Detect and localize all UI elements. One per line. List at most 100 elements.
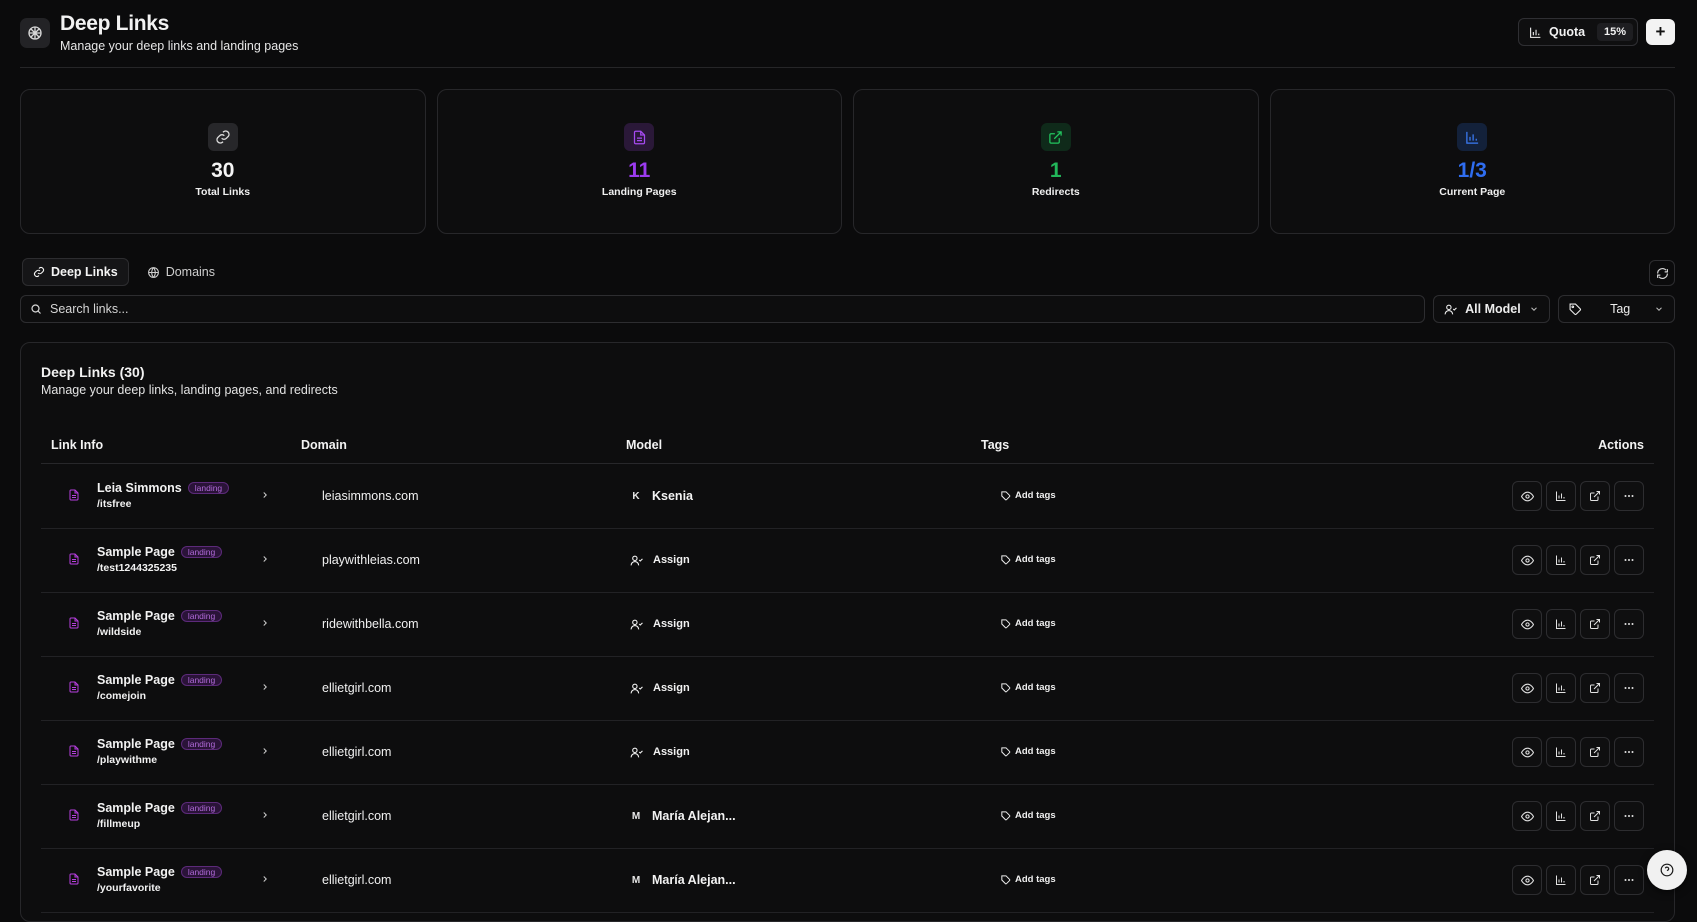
- search-box: [20, 295, 1426, 323]
- quota-button[interactable]: Quota 15%: [1518, 18, 1638, 46]
- search-icon: [30, 303, 42, 315]
- model-cell[interactable]: M María Alejan...: [630, 871, 736, 889]
- analytics-button[interactable]: [1546, 481, 1576, 511]
- analytics-button[interactable]: [1546, 801, 1576, 831]
- eye-icon: [1520, 810, 1534, 823]
- app-logo-icon[interactable]: [20, 18, 50, 48]
- chevron-right-icon[interactable]: [260, 554, 270, 564]
- file-icon: [68, 681, 80, 693]
- model-cell[interactable]: K Ksenia: [630, 487, 693, 505]
- search-input[interactable]: [50, 302, 1305, 316]
- chevron-right-icon[interactable]: [260, 682, 270, 692]
- more-horizontal-icon: [1623, 810, 1635, 822]
- analytics-button[interactable]: [1546, 609, 1576, 639]
- add-tags-button[interactable]: Add tags: [1001, 874, 1056, 885]
- card-subtitle: Manage your deep links, landing pages, a…: [41, 383, 338, 397]
- assign-model-button[interactable]: Assign: [630, 679, 690, 697]
- analytics-button[interactable]: [1546, 865, 1576, 895]
- landing-badge: landing: [187, 482, 230, 494]
- external-link-icon: [1589, 682, 1601, 694]
- more-options-button[interactable]: [1614, 545, 1644, 575]
- tab-label: Domains: [165, 265, 216, 279]
- add-tags-button[interactable]: Add tags: [1001, 810, 1056, 821]
- model-avatar: K: [632, 490, 640, 502]
- open-link-button[interactable]: [1580, 865, 1610, 895]
- more-options-button[interactable]: [1614, 609, 1644, 639]
- deep-links-card: Deep Links (30) Manage your deep links, …: [20, 342, 1675, 922]
- add-tags-label: Add tags: [1015, 618, 1056, 629]
- link-name: Leia Simmons: [97, 481, 182, 495]
- globe-icon: [147, 266, 160, 279]
- open-link-button[interactable]: [1580, 673, 1610, 703]
- bar-chart-icon: [1555, 874, 1567, 886]
- stat-value: 1/3: [1457, 159, 1487, 182]
- assign-model-button[interactable]: Assign: [630, 743, 690, 761]
- quota-percent: 15%: [1596, 23, 1633, 41]
- model-filter-select[interactable]: All Model: [1433, 295, 1551, 323]
- tag-icon: [1001, 682, 1011, 693]
- tag-filter-select[interactable]: Tag: [1558, 295, 1675, 323]
- chevron-right-icon[interactable]: [260, 490, 270, 500]
- open-link-button[interactable]: [1580, 545, 1610, 575]
- more-options-button[interactable]: [1614, 481, 1644, 511]
- preview-button[interactable]: [1512, 673, 1542, 703]
- add-link-button[interactable]: +: [1646, 19, 1675, 45]
- table-row: Sample Page landing /playwithme ellietgi…: [41, 721, 1654, 785]
- assign-model-button[interactable]: Assign: [630, 551, 690, 569]
- chevron-right-icon[interactable]: [260, 810, 270, 820]
- assign-label: Assign: [653, 554, 690, 566]
- preview-button[interactable]: [1512, 737, 1542, 767]
- quota-label: Quota: [1549, 25, 1586, 39]
- preview-button[interactable]: [1512, 545, 1542, 575]
- assign-model-button[interactable]: Assign: [630, 615, 690, 633]
- more-options-button[interactable]: [1614, 737, 1644, 767]
- add-tags-button[interactable]: Add tags: [1001, 554, 1056, 565]
- table-row: Leia Simmons landing /itsfree leiasimmon…: [41, 465, 1654, 529]
- help-button[interactable]: [1647, 850, 1687, 890]
- chevron-right-icon[interactable]: [260, 874, 270, 884]
- chevron-right-icon[interactable]: [260, 746, 270, 756]
- assign-user-icon: [630, 746, 643, 759]
- eye-icon: [1520, 874, 1534, 887]
- open-link-button[interactable]: [1580, 801, 1610, 831]
- file-icon: [68, 873, 80, 885]
- preview-button[interactable]: [1512, 609, 1542, 639]
- link-name-cell: Sample Page landing: [97, 865, 223, 879]
- more-options-button[interactable]: [1614, 673, 1644, 703]
- preview-button[interactable]: [1512, 865, 1542, 895]
- open-link-button[interactable]: [1580, 737, 1610, 767]
- add-tags-button[interactable]: Add tags: [1001, 618, 1056, 629]
- column-header-actions: Actions: [1598, 438, 1644, 452]
- add-tags-button[interactable]: Add tags: [1001, 682, 1056, 693]
- add-tags-button[interactable]: Add tags: [1001, 746, 1056, 757]
- preview-button[interactable]: [1512, 801, 1542, 831]
- add-tags-label: Add tags: [1015, 490, 1056, 501]
- analytics-button[interactable]: [1546, 673, 1576, 703]
- link-name-cell: Sample Page landing: [97, 609, 223, 623]
- more-options-button[interactable]: [1614, 801, 1644, 831]
- open-link-button[interactable]: [1580, 481, 1610, 511]
- tab-deep-links[interactable]: Deep Links: [22, 258, 129, 286]
- analytics-button[interactable]: [1546, 545, 1576, 575]
- link-name-cell: Sample Page landing: [97, 737, 223, 751]
- link-icon: [33, 266, 45, 278]
- analytics-button[interactable]: [1546, 737, 1576, 767]
- model-cell[interactable]: M María Alejan...: [630, 807, 736, 825]
- filter-bar: All Model Tag: [20, 295, 1675, 323]
- link-name-cell: Sample Page landing: [97, 545, 223, 559]
- bar-chart-icon: [1555, 490, 1567, 502]
- open-link-button[interactable]: [1580, 609, 1610, 639]
- add-tags-button[interactable]: Add tags: [1001, 490, 1056, 501]
- model-name: Ksenia: [652, 489, 693, 503]
- model-filter-value: All Model: [1465, 302, 1521, 316]
- preview-button[interactable]: [1512, 481, 1542, 511]
- link-slug: /comejoin: [97, 690, 147, 702]
- refresh-button[interactable]: [1649, 260, 1675, 286]
- more-options-button[interactable]: [1614, 865, 1644, 895]
- row-actions: [1512, 865, 1644, 895]
- tag-icon: [1001, 874, 1011, 885]
- tag-filter-value: Tag: [1610, 302, 1631, 316]
- file-icon: [68, 553, 80, 565]
- chevron-right-icon[interactable]: [260, 618, 270, 628]
- tab-domains[interactable]: Domains: [137, 258, 225, 286]
